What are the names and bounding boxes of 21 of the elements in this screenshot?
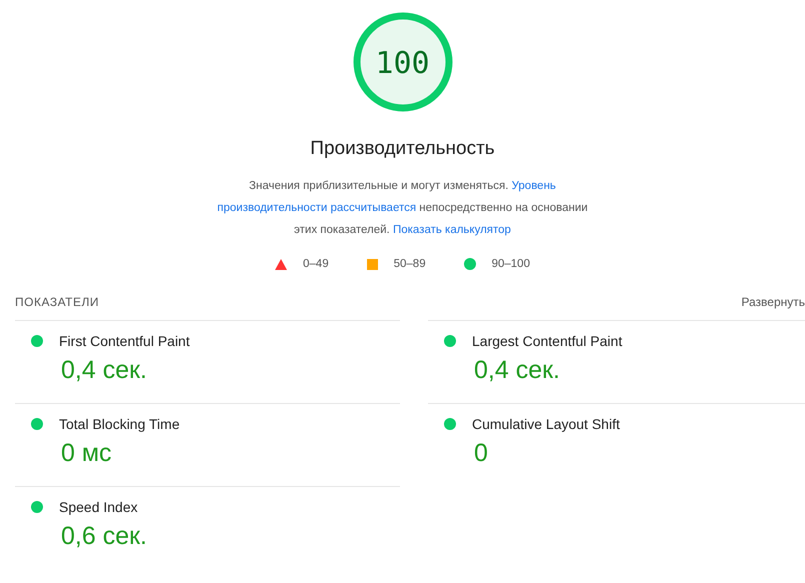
metric-value: 0 мс [61,438,113,469]
legend-label: 0–49 [303,258,329,270]
legend-label: 90–100 [492,258,530,270]
metric-value: 0 [474,438,489,469]
metric-value: 0,6 сек. [61,521,148,552]
metric-name: Total Blocking Time [59,415,180,434]
metric-name: Largest Contentful Paint [472,332,622,351]
category-title: Производительность [310,137,495,161]
description-link[interactable]: Показать калькулятор [392,224,511,236]
description-text: Значения приблизительные и могут изменяться. Уровень производительности рассчитывается непосредственно на основании этих показателей. Показать калькулятор [217,179,588,238]
expand-link[interactable]: Развернуть [741,294,805,310]
metric-value: 0,4 сек. [474,355,561,386]
description-link[interactable]: производительности рассчитывается [217,202,416,214]
metric-name: Cumulative Layout Shift [472,415,620,434]
legend-label: 50–89 [394,258,426,270]
metric-name: First Contentful Paint [59,332,190,351]
section-title: ПОКАЗАТЕЛИ [15,294,99,310]
metric-value: 0,4 сек. [61,355,148,386]
metric-name: Speed Index [59,498,138,517]
description-link[interactable]: Уровень [512,180,556,192]
score-value: 100 [374,45,431,83]
